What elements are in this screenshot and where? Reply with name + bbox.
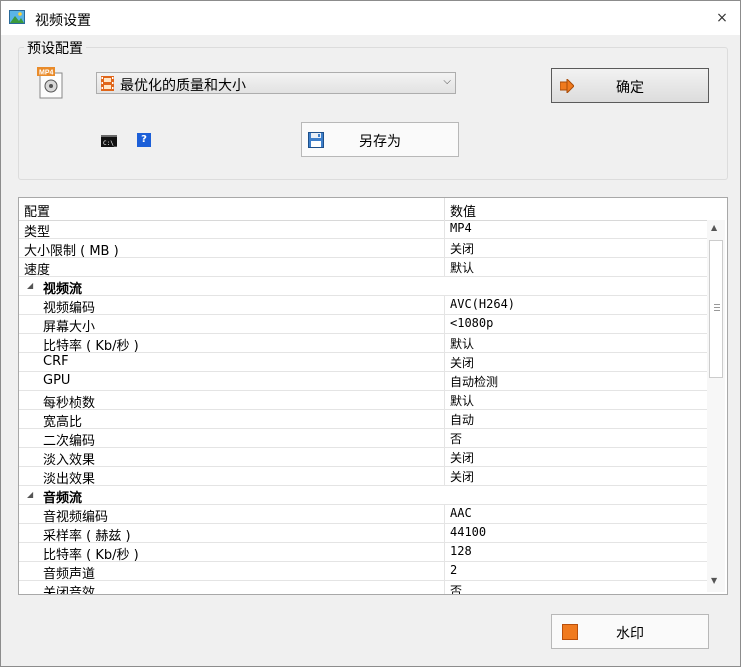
row-key: 采样率 ( 赫兹 ) — [43, 529, 131, 544]
table-header: 配置 数值 — [19, 198, 725, 221]
table-row[interactable]: 大小限制 ( MB ) 关闭 — [19, 239, 707, 259]
watermark-button[interactable]: 水印 — [551, 614, 709, 649]
row-key: 比特率 ( Kb/秒 ) — [43, 548, 139, 563]
row-value[interactable]: 自动检测 — [450, 373, 498, 390]
row-key: 音频声道 — [43, 567, 96, 582]
mp4-badge-text: MP4 — [39, 70, 54, 77]
row-value[interactable]: <1080p — [450, 316, 493, 330]
row-value[interactable]: 44100 — [450, 525, 486, 539]
row-key: 屏幕大小 — [43, 320, 96, 335]
column-header-setting[interactable]: 配置 — [24, 201, 50, 220]
table-row[interactable]: 淡入效果 关闭 — [19, 448, 707, 468]
row-value[interactable]: 128 — [450, 544, 472, 558]
table-section-row[interactable]: ◢ 视频流 — [19, 277, 707, 297]
table-row[interactable]: 宽高比 自动 — [19, 410, 707, 430]
close-icon[interactable]: × — [716, 10, 728, 26]
ok-button[interactable]: 确定 — [551, 68, 709, 103]
table-row[interactable]: 每秒桢数 默认 — [19, 391, 707, 411]
row-key: 速度 — [24, 263, 51, 278]
title-bar: 视频设置 × — [1, 1, 740, 35]
table-row[interactable]: 比特率 ( Kb/秒 ) 默认 — [19, 334, 707, 354]
row-key: 淡入效果 — [43, 453, 96, 468]
row-value[interactable]: 否 — [450, 430, 462, 447]
row-value[interactable]: 自动 — [450, 411, 474, 428]
row-value[interactable]: 否 — [450, 582, 462, 594]
table-row[interactable]: 类型 MP4 — [19, 220, 707, 240]
table-row[interactable]: 屏幕大小 <1080p — [19, 315, 707, 335]
row-key: 宽高比 — [43, 415, 83, 430]
table-row[interactable]: 采样率 ( 赫兹 ) 44100 — [19, 524, 707, 544]
save-as-label: 另存为 — [359, 134, 401, 150]
row-value[interactable]: MP4 — [450, 221, 472, 235]
row-key: 每秒桢数 — [43, 396, 96, 411]
row-key: 比特率 ( Kb/秒 ) — [43, 339, 139, 354]
preset-combobox[interactable]: 最优化的质量和大小 ⌵ — [96, 72, 456, 94]
settings-table: 配置 数值 类型 MP4 大小限制 ( MB ) 关闭 速度 默认 ◢ 视频流 视频编码 AVC(… — [18, 197, 728, 595]
table-row[interactable]: 音频声道 2 — [19, 562, 707, 582]
table-row[interactable]: 比特率 ( Kb/秒 ) 128 — [19, 543, 707, 563]
row-key: 二次编码 — [43, 434, 96, 449]
film-icon — [101, 76, 114, 91]
row-value[interactable]: AAC — [450, 506, 472, 520]
table-row[interactable]: 音视频编码 AAC — [19, 505, 707, 525]
table-row[interactable]: 关闭音效 否 — [19, 581, 707, 595]
collapse-triangle-icon[interactable]: ◢ — [27, 281, 33, 290]
row-key: 大小限制 ( MB ) — [24, 244, 119, 259]
svg-text:C:\_: C:\_ — [103, 140, 117, 147]
row-key: 关闭音效 — [43, 586, 96, 595]
row-key: 音频流 — [43, 491, 83, 506]
table-section-row[interactable]: ◢ 音频流 — [19, 486, 707, 506]
row-key: GPU — [43, 373, 71, 388]
row-value[interactable]: AVC(H264) — [450, 297, 515, 311]
row-key: 视频流 — [43, 282, 83, 297]
vertical-scrollbar[interactable]: ▲ ▼ — [707, 220, 725, 592]
row-value[interactable]: 关闭 — [450, 354, 474, 371]
row-key: 淡出效果 — [43, 472, 96, 487]
row-value[interactable]: 关闭 — [450, 240, 474, 257]
video-settings-window: 视频设置 × 预设配置 MP4 最优化的质量和大小 ⌵ 确定 C:\_ ? 另存… — [0, 0, 741, 667]
help-icon[interactable]: ? — [137, 133, 151, 147]
picture-icon — [9, 10, 25, 24]
chevron-down-icon[interactable]: ⌵ — [443, 76, 451, 87]
row-value[interactable]: 默认 — [450, 259, 474, 276]
preset-groupbox — [18, 47, 728, 180]
table-row[interactable]: 视频编码 AVC(H264) — [19, 296, 707, 316]
row-value[interactable]: 关闭 — [450, 449, 474, 466]
command-line-icon[interactable]: C:\_ — [101, 135, 117, 147]
scroll-down-icon[interactable]: ▼ — [711, 576, 717, 585]
row-key: 音视频编码 — [43, 510, 109, 525]
row-value[interactable]: 默认 — [450, 392, 474, 409]
combobox-value: 最优化的质量和大小 — [120, 78, 246, 94]
table-row[interactable]: CRF 关闭 — [19, 353, 707, 372]
column-header-value[interactable]: 数值 — [450, 201, 476, 220]
save-as-button[interactable]: 另存为 — [301, 122, 459, 157]
ok-button-label: 确定 — [616, 80, 644, 96]
watermark-button-label: 水印 — [616, 626, 644, 642]
row-value[interactable]: 默认 — [450, 335, 474, 352]
collapse-triangle-icon[interactable]: ◢ — [27, 490, 33, 499]
row-value[interactable]: 2 — [450, 563, 457, 577]
table-row[interactable]: GPU 自动检测 — [19, 372, 707, 391]
row-key: 视频编码 — [43, 301, 96, 316]
table-row[interactable]: 速度 默认 — [19, 258, 707, 278]
window-title: 视频设置 — [35, 13, 91, 29]
row-key: 类型 — [24, 225, 51, 240]
close-button[interactable]: × — [708, 5, 736, 31]
table-rows: 类型 MP4 大小限制 ( MB ) 关闭 速度 默认 ◢ 视频流 视频编码 AVC(H264) 屏… — [19, 220, 707, 595]
row-value[interactable]: 关闭 — [450, 468, 474, 485]
table-row[interactable]: 二次编码 否 — [19, 429, 707, 449]
scroll-up-icon[interactable]: ▲ — [711, 223, 717, 232]
scrollbar-thumb[interactable] — [709, 240, 723, 378]
preset-group-label: 预设配置 — [24, 38, 86, 58]
mp4-file-icon: MP4 — [37, 67, 63, 99]
row-key: CRF — [43, 354, 69, 369]
table-row[interactable]: 淡出效果 关闭 — [19, 467, 707, 487]
